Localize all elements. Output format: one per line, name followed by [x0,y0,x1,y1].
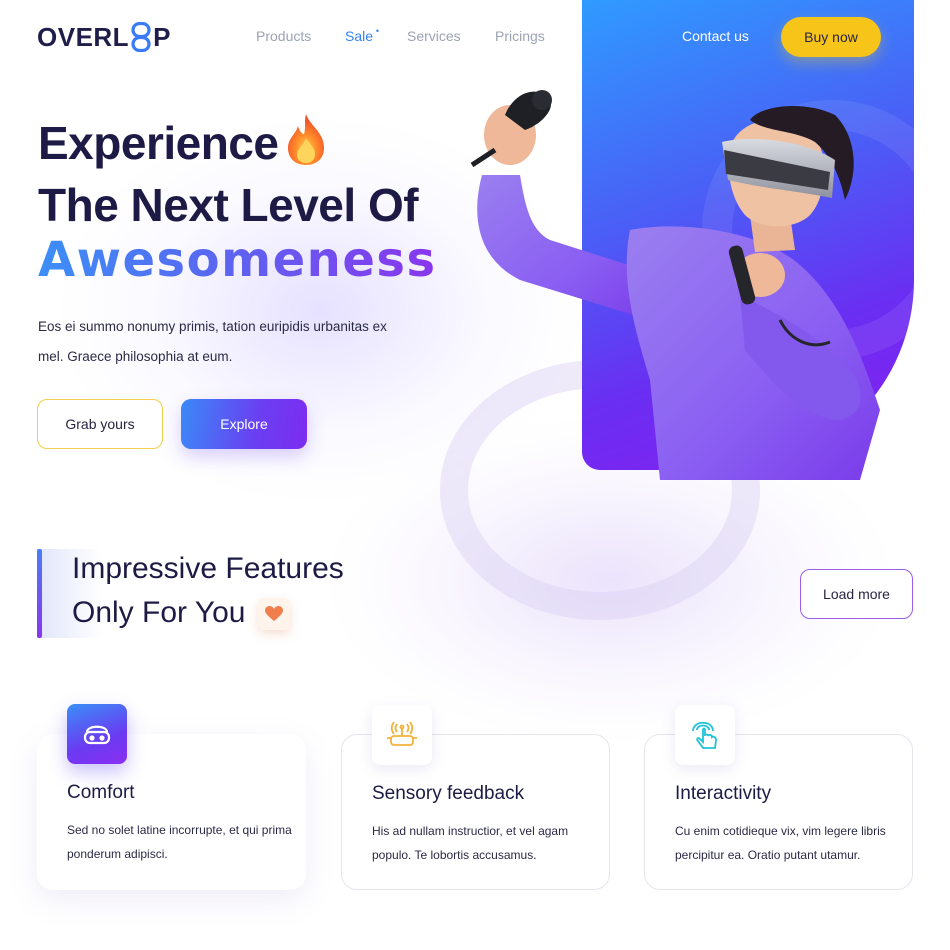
feature-card-comfort[interactable]: Comfort Sed no solet latine incorrupte, … [37,704,306,890]
nav-sale-label: Sale [345,28,374,44]
nav-sale-marker: • [375,26,380,36]
logo-text: P [153,21,171,52]
hero-description: Eos ei summo nonumy primis, tation eurip… [38,319,387,364]
card-description: Cu enim cotidieque vix, vim legere libri… [675,824,886,862]
vr-headset-icon [67,704,127,764]
logo[interactable]: OVERL P [37,22,171,52]
sensory-headset-icon [372,705,432,765]
nav-services[interactable]: Services [407,28,461,44]
nav-sale[interactable]: Sale • [345,26,379,44]
nav-products[interactable]: Products [256,28,311,44]
buy-now-button[interactable]: Buy now [781,17,881,57]
contact-link[interactable]: Contact us [682,28,749,44]
vr-person-image [470,90,880,480]
features-title-line2: Only For You [72,596,246,629]
hero-title-highlight: Awesomeness [38,232,437,288]
grab-yours-button[interactable]: Grab yours [37,399,163,449]
touch-hand-icon [675,705,735,765]
card-description: Sed no solet latine incorrupte, et qui p… [67,823,292,861]
card-title: Sensory feedback [372,783,525,804]
hero-title-line1: Experience [38,117,279,169]
section-accent-bar [37,549,42,638]
feature-card-interactivity[interactable]: Interactivity Cu enim cotidieque vix, vi… [644,705,913,890]
heart-icon [258,598,290,630]
card-description: His ad nullam instructior, et vel agam p… [372,824,569,862]
card-title: Comfort [67,782,135,803]
fire-icon [288,114,324,165]
explore-button[interactable]: Explore [181,399,307,449]
card-title: Interactivity [675,783,772,804]
logo-text: OVERL [37,21,130,52]
load-more-button[interactable]: Load more [800,569,913,619]
hero-title-line2: The Next Level Of [38,179,419,231]
features-title-line1: Impressive Features [72,552,344,585]
nav-pricings[interactable]: Pricings [495,28,545,44]
logo-link-icon [131,22,151,52]
feature-card-sensory[interactable]: Sensory feedback His ad nullam instructi… [341,705,610,890]
